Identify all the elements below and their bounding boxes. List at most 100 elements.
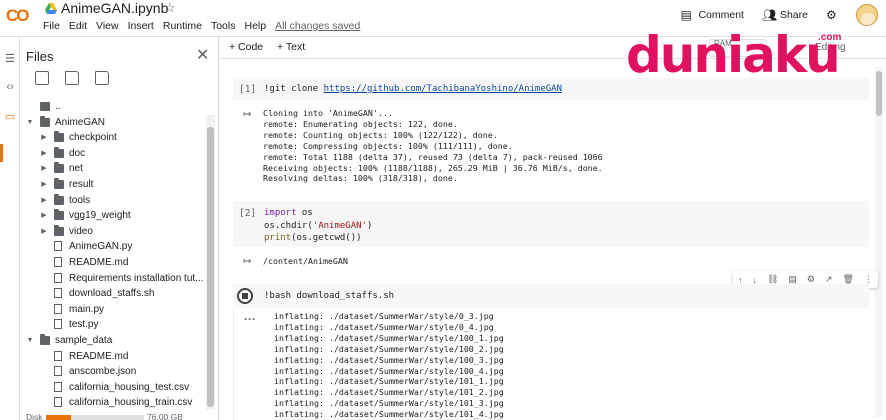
chevron-down-icon[interactable]: ▼ (26, 115, 34, 131)
tree-file[interactable]: main.py (20, 302, 206, 318)
tree-item-label: california_housing_train.csv (69, 397, 193, 409)
chevron-right-icon[interactable]: ▶ (40, 177, 48, 193)
colab-logo[interactable]: CO (6, 6, 34, 25)
add-code-button[interactable]: + Code (229, 41, 263, 53)
upload-icon[interactable] (35, 71, 49, 85)
code-line[interactable]: !git clone https://github.com/TachibanaY… (264, 83, 562, 96)
output-text: Cloning into 'AnimeGAN'... remote: Enume… (263, 108, 603, 184)
comment-button[interactable]: ▤ Comment (680, 9, 744, 21)
refresh-icon[interactable] (65, 71, 79, 85)
chevron-right-icon[interactable]: ▶ (40, 161, 48, 177)
tree-file[interactable]: download_staffs.sh (20, 286, 206, 302)
folder-icon[interactable]: ▭ (3, 110, 17, 124)
folder-icon (54, 146, 64, 158)
menu-edit[interactable]: Edit (69, 20, 87, 32)
tree-item-label: test.py (69, 319, 99, 331)
share-button[interactable]: 👥︎ Share (762, 9, 808, 21)
output-more-icon[interactable]: ··· (244, 312, 256, 326)
menu-file[interactable]: File (43, 20, 60, 32)
tree-folder[interactable]: ▶ video (20, 224, 206, 240)
output-icon[interactable]: ↦ (243, 256, 251, 267)
chevron-right-icon[interactable]: ▶ (40, 208, 48, 224)
tree-item-label: video (69, 225, 93, 237)
tree-item-label: README.md (69, 256, 129, 268)
toc-icon[interactable]: ☰ (3, 52, 17, 66)
notebook-scrollbar[interactable] (875, 67, 883, 417)
settings-button[interactable]: ⚙ (826, 9, 844, 21)
tree-file[interactable]: anscombe.json (20, 364, 206, 380)
repo-link[interactable]: https://github.com/TachibanaYoshino/Anim… (324, 84, 562, 94)
comment-icon: ▤ (680, 8, 692, 22)
code-cell-2[interactable]: [2] import os os.chdir('AnimeGAN') print… (233, 201, 869, 247)
tree-folder[interactable]: ▼ sample_data (20, 333, 206, 349)
tree-item-label: california_housing_test.csv (69, 381, 190, 393)
code-text: (os.getcwd()) (291, 233, 362, 243)
menu-insert[interactable]: Insert (128, 20, 154, 32)
disk-available: 76.00 GB available (147, 412, 183, 420)
tree-folder[interactable]: ▶ tools (20, 193, 206, 209)
chevron-down-icon[interactable]: ▼ (26, 333, 34, 349)
code-cell-3[interactable]: !bash download_staffs.sh (233, 284, 869, 308)
tree-file[interactable]: test.py (20, 317, 206, 333)
code-cell-1[interactable]: [1] !git clone https://github.com/Tachib… (233, 78, 869, 100)
output-text: inflating: ./dataset/SummerWar/style/0_3… (274, 311, 504, 420)
menu-view[interactable]: View (96, 20, 119, 32)
folder-icon (54, 193, 64, 205)
people-icon: 👥︎ (761, 8, 778, 22)
move-down-icon[interactable]: ↓ (752, 275, 757, 285)
files-title: Files (26, 49, 54, 64)
tree-file[interactable]: AnimeGAN.py (20, 239, 206, 255)
brand-com: .com (818, 32, 842, 43)
star-icon[interactable]: ☆ (164, 0, 176, 16)
code-line[interactable]: !bash download_staffs.sh (264, 290, 394, 303)
notebook-scroll-thumb[interactable] (876, 71, 882, 116)
code-text: os.chdir( (264, 220, 313, 231)
tree-item-label: .. (55, 101, 61, 112)
gear-icon: ⚙ (826, 8, 837, 22)
notebook-title[interactable]: AnimeGAN.ipynb (61, 0, 168, 17)
tree-folder[interactable]: ▶ doc (20, 146, 206, 162)
tree-folder[interactable]: ▶ checkpoint (20, 130, 206, 146)
tree-file[interactable]: README.md (20, 349, 206, 365)
tree-folder[interactable]: ▼ AnimeGAN (20, 115, 206, 131)
tree-folder[interactable]: ▶ result (20, 177, 206, 193)
add-text-button[interactable]: + Text (277, 41, 305, 53)
menu-help[interactable]: Help (244, 20, 266, 32)
chevron-right-icon[interactable]: ▶ (40, 224, 48, 240)
tree-folder[interactable]: ▶ vgg19_weight (20, 208, 206, 224)
menu-tools[interactable]: Tools (211, 20, 236, 32)
disk-label: Disk (26, 412, 43, 420)
move-up-icon[interactable]: ↑ (738, 275, 743, 285)
folder-icon (40, 333, 50, 345)
folder-icon (40, 102, 50, 111)
chevron-right-icon[interactable]: ▶ (40, 146, 48, 162)
output-icon[interactable]: ↦ (243, 109, 251, 120)
output-cell-2: ↦ /content/AnimeGAN (233, 254, 869, 270)
tree-folder[interactable]: ▶ net (20, 161, 206, 177)
tree-file[interactable]: california_housing_train.csv (20, 395, 206, 411)
save-status[interactable]: All changes saved (275, 20, 360, 32)
tree-item-label: checkpoint (69, 132, 117, 144)
code-snippets-icon[interactable]: ‹› (3, 80, 17, 94)
file-tree-scroll-thumb[interactable] (207, 127, 214, 407)
code-text: os (296, 208, 313, 218)
menu-runtime[interactable]: Runtime (163, 20, 202, 32)
tree-file[interactable]: california_housing_test.csv (20, 380, 206, 396)
tree-parent-dir[interactable]: .. (20, 99, 206, 115)
folder-icon (54, 131, 64, 143)
output-text: /content/AnimeGAN (263, 256, 348, 266)
folder-icon (54, 177, 64, 189)
drive-icon[interactable] (45, 3, 57, 14)
chevron-right-icon[interactable]: ▶ (40, 130, 48, 146)
brand-watermark: duniaku .com (624, 25, 854, 85)
avatar[interactable] (856, 4, 878, 26)
close-icon[interactable]: ✕ (196, 45, 209, 65)
file-tree: .. ▼ AnimeGAN ▶ checkpoint ▶ doc ▶ net ▶ result ▶ to… (20, 99, 206, 411)
code-block[interactable]: import os os.chdir('AnimeGAN') print(os.… (264, 207, 372, 245)
tree-file[interactable]: README.md (20, 255, 206, 271)
tree-file[interactable]: Requirements installation tut... (20, 271, 206, 287)
tree-item-label: Requirements installation tut... (69, 272, 204, 284)
chevron-right-icon[interactable]: ▶ (40, 193, 48, 209)
stop-execution-button[interactable] (237, 288, 253, 304)
mount-drive-icon[interactable] (95, 71, 109, 85)
